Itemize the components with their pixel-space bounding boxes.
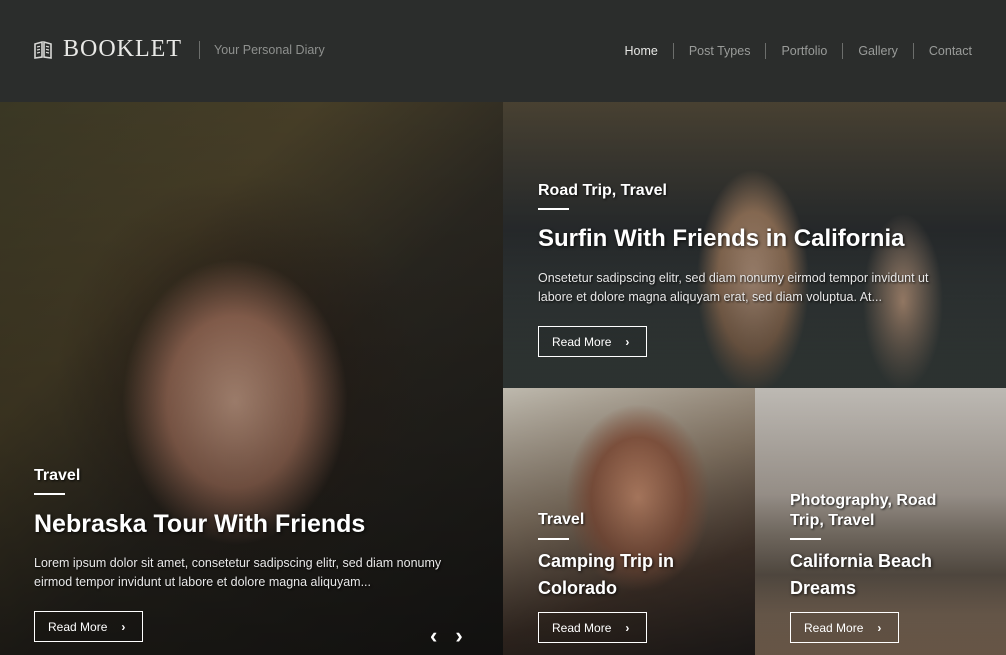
nav-gallery[interactable]: Gallery — [842, 43, 913, 59]
chevron-left-icon[interactable]: ‹ — [430, 625, 437, 647]
slider-controls: ‹ › — [430, 625, 463, 647]
nav-contact[interactable]: Contact — [912, 43, 972, 59]
read-more-label: Read More — [552, 334, 612, 349]
read-more-label: Read More — [48, 619, 108, 634]
category-rule — [538, 208, 569, 210]
post-category[interactable]: Road Trip, Travel — [538, 181, 667, 201]
read-more-button[interactable]: Read More › — [538, 326, 647, 357]
read-more-label: Read More — [804, 620, 864, 635]
book-icon — [34, 40, 52, 59]
post-title[interactable]: California Beach Dreams — [790, 548, 990, 602]
chevron-right-icon: › — [877, 620, 882, 635]
category-rule — [790, 538, 821, 540]
chevron-right-icon: › — [625, 620, 630, 635]
category-rule — [34, 493, 65, 495]
logo-text: BOOKLET — [63, 36, 182, 62]
category-rule — [538, 538, 569, 540]
main-nav: Home Post Types Portfolio Gallery Contac… — [610, 43, 972, 59]
read-more-label: Read More — [552, 620, 612, 635]
nav-portfolio[interactable]: Portfolio — [765, 43, 842, 59]
post-category[interactable]: Travel — [34, 466, 80, 486]
read-more-button[interactable]: Read More › — [538, 612, 647, 643]
tagline: Your Personal Diary — [214, 43, 325, 57]
chevron-right-icon: › — [121, 619, 126, 634]
post-category[interactable]: Photography, Road Trip, Travel — [790, 491, 970, 531]
read-more-button[interactable]: Read More › — [790, 612, 899, 643]
post-excerpt: Onsetetur sadipscing elitr, sed diam non… — [538, 271, 929, 304]
chevron-right-icon[interactable]: › — [455, 625, 462, 647]
post-excerpt: Lorem ipsum dolor sit amet, consetetur s… — [34, 556, 442, 589]
chevron-right-icon: › — [625, 334, 630, 349]
read-more-button[interactable]: Read More › — [34, 611, 143, 642]
post-title[interactable]: Surfin With Friends in California — [538, 223, 904, 255]
nav-home[interactable]: Home — [610, 43, 673, 59]
post-title[interactable]: Nebraska Tour With Friends — [34, 508, 365, 540]
site-header: BOOKLET Your Personal Diary Home Post Ty… — [0, 0, 1006, 102]
post-category[interactable]: Travel — [538, 510, 584, 530]
nav-post-types[interactable]: Post Types — [672, 43, 766, 59]
post-title[interactable]: Camping Trip in Colorado — [538, 548, 738, 602]
site-logo[interactable]: BOOKLET — [33, 36, 182, 63]
tagline-divider — [199, 41, 200, 59]
